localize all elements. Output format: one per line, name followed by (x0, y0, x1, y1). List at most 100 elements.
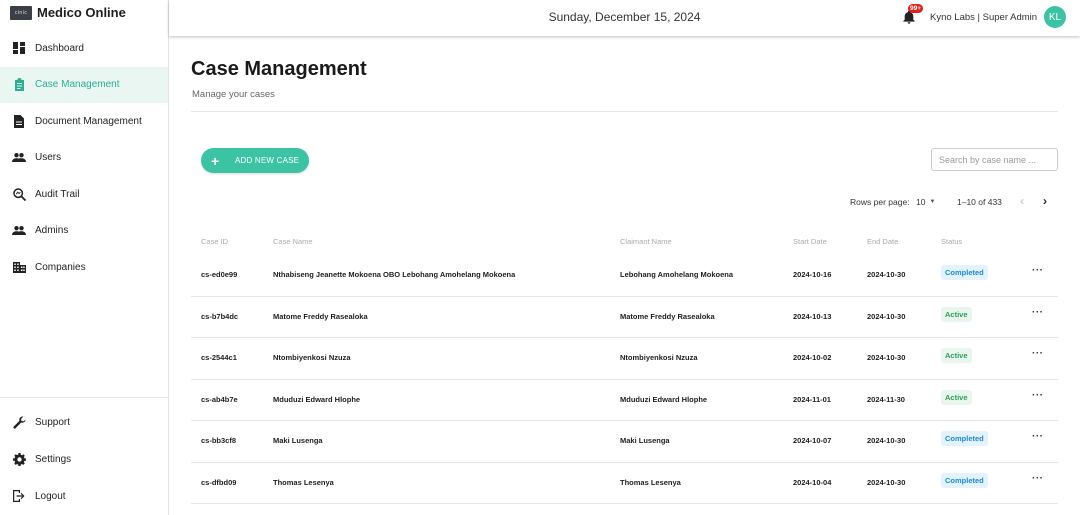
title-divider (191, 111, 1058, 112)
claimant-name-cell: Ntombiyenkosi Nzuza (620, 353, 698, 362)
clipboard-icon (12, 78, 26, 92)
logout-icon (12, 489, 26, 503)
avatar[interactable]: KL (1044, 6, 1066, 28)
brand-name: Medico Online (37, 5, 126, 20)
case-id-cell: cs-2544c1 (201, 353, 237, 362)
end-date-cell: 2024-11-30 (867, 394, 905, 404)
more-horizontal-icon[interactable]: ··· (1032, 348, 1044, 359)
claimant-name-cell: Lebohang Amohelang Mokoena (620, 270, 734, 279)
table-row[interactable]: cs-ed0e99 Nthabiseng Jeanette Mokoena OB… (191, 255, 1058, 297)
page-subtitle: Manage your cases (192, 89, 275, 100)
claimant-name-cell: Thomas Lesenya (620, 477, 681, 487)
rows-per-page-select[interactable]: 10 ▼ (916, 197, 935, 207)
start-date-cell: 2024-10-07 (793, 436, 832, 445)
sidebar-item-label: Support (35, 416, 71, 428)
brand[interactable]: cinic Medico Online (0, 0, 168, 25)
sidebar-item-support[interactable]: Support (0, 404, 168, 441)
status-badge: Completed (941, 265, 988, 280)
more-horizontal-icon[interactable]: ··· (1032, 307, 1044, 318)
column-header-start-date[interactable]: Start Date (793, 237, 827, 246)
more-horizontal-icon[interactable]: ··· (1032, 473, 1044, 484)
more-horizontal-icon[interactable]: ··· (1032, 265, 1044, 276)
sidebar-nav: Dashboard Case Management Document Manag… (0, 30, 168, 286)
case-name-cell: Thomas Lesenya (273, 477, 334, 487)
table-header: Case ID Case Name Claimant Name Start Da… (191, 231, 1058, 255)
sidebar-item-label: Companies (35, 261, 86, 273)
claimant-name-cell: Matome Freddy Rasealoka (620, 311, 715, 321)
sidebar-item-settings[interactable]: Settings (0, 441, 168, 478)
sidebar-bottom-nav: Support Settings Logout (0, 397, 168, 515)
admins-icon (12, 224, 26, 238)
end-date-cell: 2024-10-30 (867, 270, 906, 279)
more-horizontal-icon[interactable]: ··· (1032, 431, 1044, 442)
sidebar-item-label: Users (35, 152, 62, 163)
column-header-case-id[interactable]: Case ID (201, 237, 228, 246)
sidebar-item-dashboard[interactable]: Dashboard (0, 30, 168, 66)
sidebar-item-label: Case Management (35, 79, 120, 90)
sidebar-item-label: Document Management (35, 115, 142, 127)
sidebar-item-companies[interactable]: Companies (0, 249, 168, 285)
sidebar-item-label: Dashboard (35, 42, 84, 54)
search-input[interactable] (931, 148, 1058, 171)
brand-logo: cinic (10, 5, 32, 20)
end-date-cell: 2024-10-30 (867, 311, 906, 321)
add-new-case-label: ADD NEW CASE (235, 156, 300, 165)
brand-logo-text: cinic (14, 9, 28, 16)
sidebar: cinic Medico Online Dashboard Case Manag… (0, 0, 169, 515)
rows-per-page-label: Rows per page: (850, 197, 910, 207)
status-badge: Active (941, 389, 972, 405)
header-user-label: Kyno Labs | Super Admin (930, 12, 1038, 23)
top-header: Sunday, December 15, 2024 99+ Kyno Labs … (169, 0, 1080, 36)
table-row[interactable]: cs-bb3cf8 Maki Lusenga Maki Lusenga 2024… (191, 421, 1058, 463)
table-row[interactable]: cs-2544c1 Ntombiyenkosi Nzuza Ntombiyenk… (191, 338, 1058, 380)
companies-icon (12, 260, 26, 274)
status-badge: Active (941, 306, 972, 322)
status-badge: Active (941, 348, 972, 363)
table-row[interactable]: cs-b7b4dc Matome Freddy Rasealoka Matome… (191, 297, 1058, 338)
start-date-cell: 2024-10-13 (793, 311, 832, 321)
column-header-end-date[interactable]: End Date (867, 237, 898, 246)
case-name-cell: Matome Freddy Rasealoka (273, 311, 368, 321)
sidebar-item-users[interactable]: Users (0, 140, 168, 176)
column-header-status[interactable]: Status (941, 237, 962, 246)
sidebar-item-label: Admins (35, 225, 69, 236)
claimant-name-cell: Maki Lusenga (620, 436, 670, 445)
case-id-cell: cs-ab4b7e (201, 394, 238, 404)
sidebar-item-admins[interactable]: Admins (0, 213, 168, 249)
start-date-cell: 2024-10-04 (793, 477, 832, 487)
column-header-claimant-name[interactable]: Claimant Name (620, 237, 672, 246)
start-date-cell: 2024-10-16 (793, 270, 832, 279)
add-new-case-button[interactable]: + ADD NEW CASE (201, 148, 309, 173)
sidebar-item-logout[interactable]: Logout (0, 478, 168, 515)
column-header-case-name[interactable]: Case Name (273, 237, 313, 246)
sidebar-item-case-management[interactable]: Case Management (0, 66, 168, 103)
sidebar-item-label: Logout (35, 490, 66, 502)
sidebar-item-audit-trail[interactable]: Audit Trail (0, 176, 168, 212)
more-horizontal-icon[interactable]: ··· (1032, 390, 1044, 401)
case-name-cell: Maki Lusenga (273, 436, 323, 445)
caret-down-icon: ▼ (929, 199, 936, 205)
dashboard-icon (12, 41, 26, 55)
wrench-icon (12, 415, 26, 429)
plus-icon: + (211, 152, 220, 169)
table-row[interactable]: cs-ab4b7e Mduduzi Edward Hlophe Mduduzi … (191, 380, 1058, 421)
pagination-range: 1–10 of 433 (957, 197, 1002, 207)
start-date-cell: 2024-11-01 (793, 394, 831, 404)
sidebar-item-label: Audit Trail (35, 188, 80, 200)
case-id-cell: cs-ed0e99 (201, 270, 238, 279)
end-date-cell: 2024-10-30 (867, 436, 906, 445)
next-page-button[interactable]: › (1039, 195, 1051, 207)
previous-page-button[interactable]: ‹ (1016, 195, 1028, 207)
status-badge: Completed (941, 431, 988, 446)
cases-table: Case ID Case Name Claimant Name Start Da… (191, 231, 1058, 504)
case-id-cell: cs-dfbd09 (201, 477, 237, 487)
start-date-cell: 2024-10-02 (793, 353, 832, 362)
case-id-cell: cs-bb3cf8 (201, 436, 237, 445)
notification-count-badge: 99+ (908, 4, 924, 13)
sidebar-item-document-management[interactable]: Document Management (0, 103, 168, 139)
gear-icon (12, 452, 26, 466)
table-row[interactable]: cs-dfbd09 Thomas Lesenya Thomas Lesenya … (191, 463, 1058, 504)
rows-per-page-value: 10 (916, 197, 926, 207)
case-name-cell: Ntombiyenkosi Nzuza (273, 353, 351, 362)
sidebar-item-label: Settings (35, 453, 72, 465)
